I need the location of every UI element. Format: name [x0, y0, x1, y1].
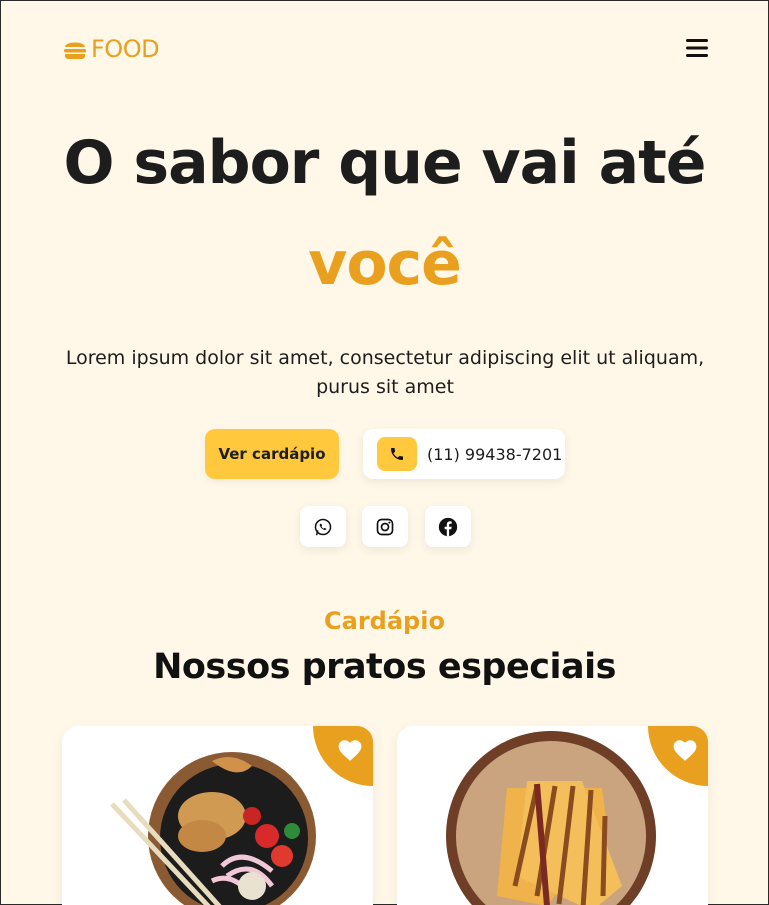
heart-icon: [673, 740, 697, 761]
hero-description: Lorem ipsum dolor sit amet, consectetur …: [65, 347, 705, 398]
instagram-icon: [376, 518, 394, 535]
phone-icon: [377, 437, 417, 471]
brand-name: FOOD: [91, 35, 160, 63]
hero-title-accent: você: [308, 229, 462, 299]
top-navbar: FOOD: [1, 1, 768, 96]
brand-logo[interactable]: FOOD: [63, 35, 160, 63]
view-menu-button[interactable]: Ver cardápio: [205, 429, 339, 479]
phone-number: (11) 99438-7201: [427, 444, 563, 464]
phone-contact-button[interactable]: (11) 99438-7201: [363, 429, 565, 479]
dish-card[interactable]: [62, 726, 373, 905]
section-title: Nossos pratos especiais: [153, 647, 616, 687]
whatsapp-icon: [314, 518, 332, 535]
heart-icon: [338, 740, 362, 761]
hero-title: O sabor que vai até: [63, 128, 707, 198]
hamburger-menu-icon[interactable]: [685, 37, 709, 59]
dish-card[interactable]: [397, 726, 708, 905]
section-kicker: Cardápio: [324, 607, 445, 635]
burger-icon: [64, 42, 86, 59]
whatsapp-button[interactable]: [300, 506, 346, 547]
instagram-button[interactable]: [362, 506, 408, 547]
facebook-button[interactable]: [425, 506, 471, 547]
facebook-icon: [438, 517, 458, 536]
